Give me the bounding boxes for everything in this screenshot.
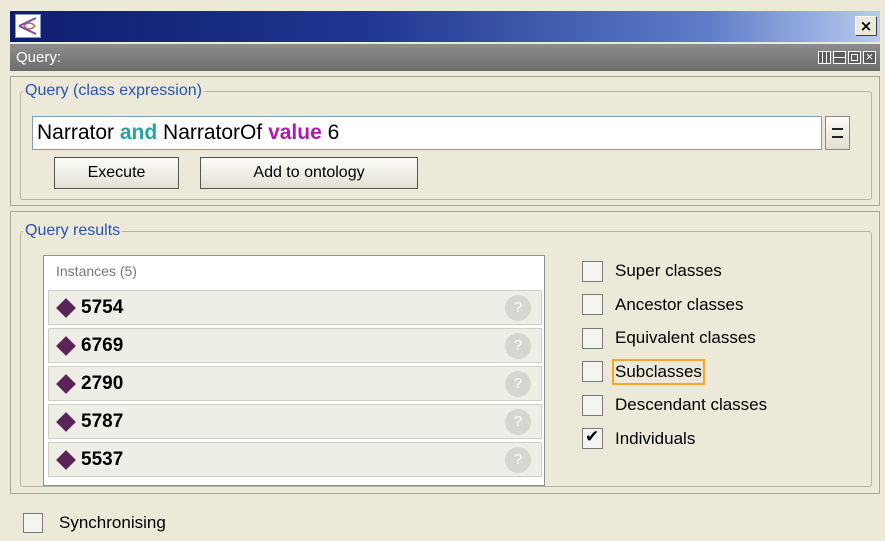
results-group-label: Query results [25, 222, 121, 239]
expression-text: Narrator [37, 121, 120, 144]
pin-view-icon[interactable] [818, 51, 831, 64]
view-controls [818, 49, 876, 64]
add-to-ontology-button[interactable]: Add to ontology [200, 157, 418, 189]
instance-row[interactable]: 5537? [48, 442, 542, 477]
expression-keyword: and [119, 121, 158, 144]
instance-label: 2790 [81, 373, 124, 394]
instance-row[interactable]: 2790? [48, 366, 542, 401]
option-label: Equivalent classes [615, 328, 756, 347]
instance-row[interactable]: 5754? [48, 290, 542, 325]
expression-spinner[interactable] [825, 116, 850, 150]
option-individuals[interactable]: Individuals [582, 426, 695, 452]
synchronising-option[interactable]: Synchronising [23, 512, 166, 534]
explain-help-icon[interactable]: ? [505, 409, 531, 435]
close-view-icon[interactable] [863, 49, 876, 64]
protege-icon [15, 14, 41, 38]
synchronising-label: Synchronising [59, 513, 166, 532]
option-descendant-classes[interactable]: Descendant classes [582, 392, 767, 418]
explain-help-icon[interactable]: ? [505, 371, 531, 397]
option-label: Subclasses [612, 358, 705, 385]
synchronising-checkbox[interactable] [23, 513, 43, 533]
option-checkbox[interactable] [582, 294, 603, 315]
explain-help-icon[interactable]: ? [505, 447, 531, 473]
maximize-view-icon[interactable] [848, 51, 861, 64]
explain-help-icon[interactable]: ? [505, 333, 531, 359]
option-ancestor-classes[interactable]: Ancestor classes [582, 292, 744, 318]
instances-header: Instances (5) [56, 263, 137, 279]
option-checkbox[interactable] [582, 394, 603, 416]
option-equivalent-classes[interactable]: Equivalent classes [582, 325, 756, 351]
option-label: Ancestor classes [615, 294, 744, 314]
window: × Query: Query (class expression) Narrat… [0, 0, 885, 541]
window-close-button[interactable]: × [855, 16, 877, 36]
view-title: Query: [16, 49, 62, 66]
view-header: Query: [10, 44, 880, 71]
expression-text: NarratorOf [157, 121, 269, 144]
instance-label: 5537 [81, 449, 124, 470]
explain-help-icon[interactable]: ? [505, 295, 531, 321]
option-checkbox[interactable] [582, 361, 603, 382]
instances-list[interactable]: Instances (5) 5754? 6769? 2790? 5787? 5537? [43, 255, 545, 486]
query-group-label: Query (class expression) [25, 82, 202, 99]
expression-text: 6 [321, 121, 340, 144]
instance-row[interactable]: 5787? [48, 404, 542, 439]
individual-icon [56, 412, 76, 432]
expression-keyword: value [268, 121, 322, 144]
split-view-icon[interactable] [833, 51, 846, 64]
option-label: Super classes [615, 261, 722, 280]
execute-button[interactable]: Execute [54, 157, 179, 189]
instance-label: 6769 [81, 335, 124, 356]
option-checkbox[interactable] [582, 260, 603, 282]
instance-label: 5787 [81, 411, 124, 432]
instance-label: 5754 [81, 297, 124, 318]
option-super-classes[interactable]: Super classes [582, 258, 722, 284]
option-checkbox[interactable] [582, 327, 603, 349]
class-expression-input[interactable]: Narrator and NarratorOf value 6 [32, 116, 822, 150]
individual-icon [56, 336, 76, 356]
instance-row[interactable]: 6769? [48, 328, 542, 363]
option-label: Descendant classes [615, 395, 768, 414]
individual-icon [56, 298, 76, 318]
option-label: Individuals [615, 428, 696, 448]
option-subclasses[interactable]: Subclasses [582, 358, 705, 385]
individual-icon [56, 450, 76, 470]
title-bar: × [10, 11, 880, 42]
option-checkbox[interactable] [582, 427, 603, 449]
individual-icon [56, 374, 76, 394]
